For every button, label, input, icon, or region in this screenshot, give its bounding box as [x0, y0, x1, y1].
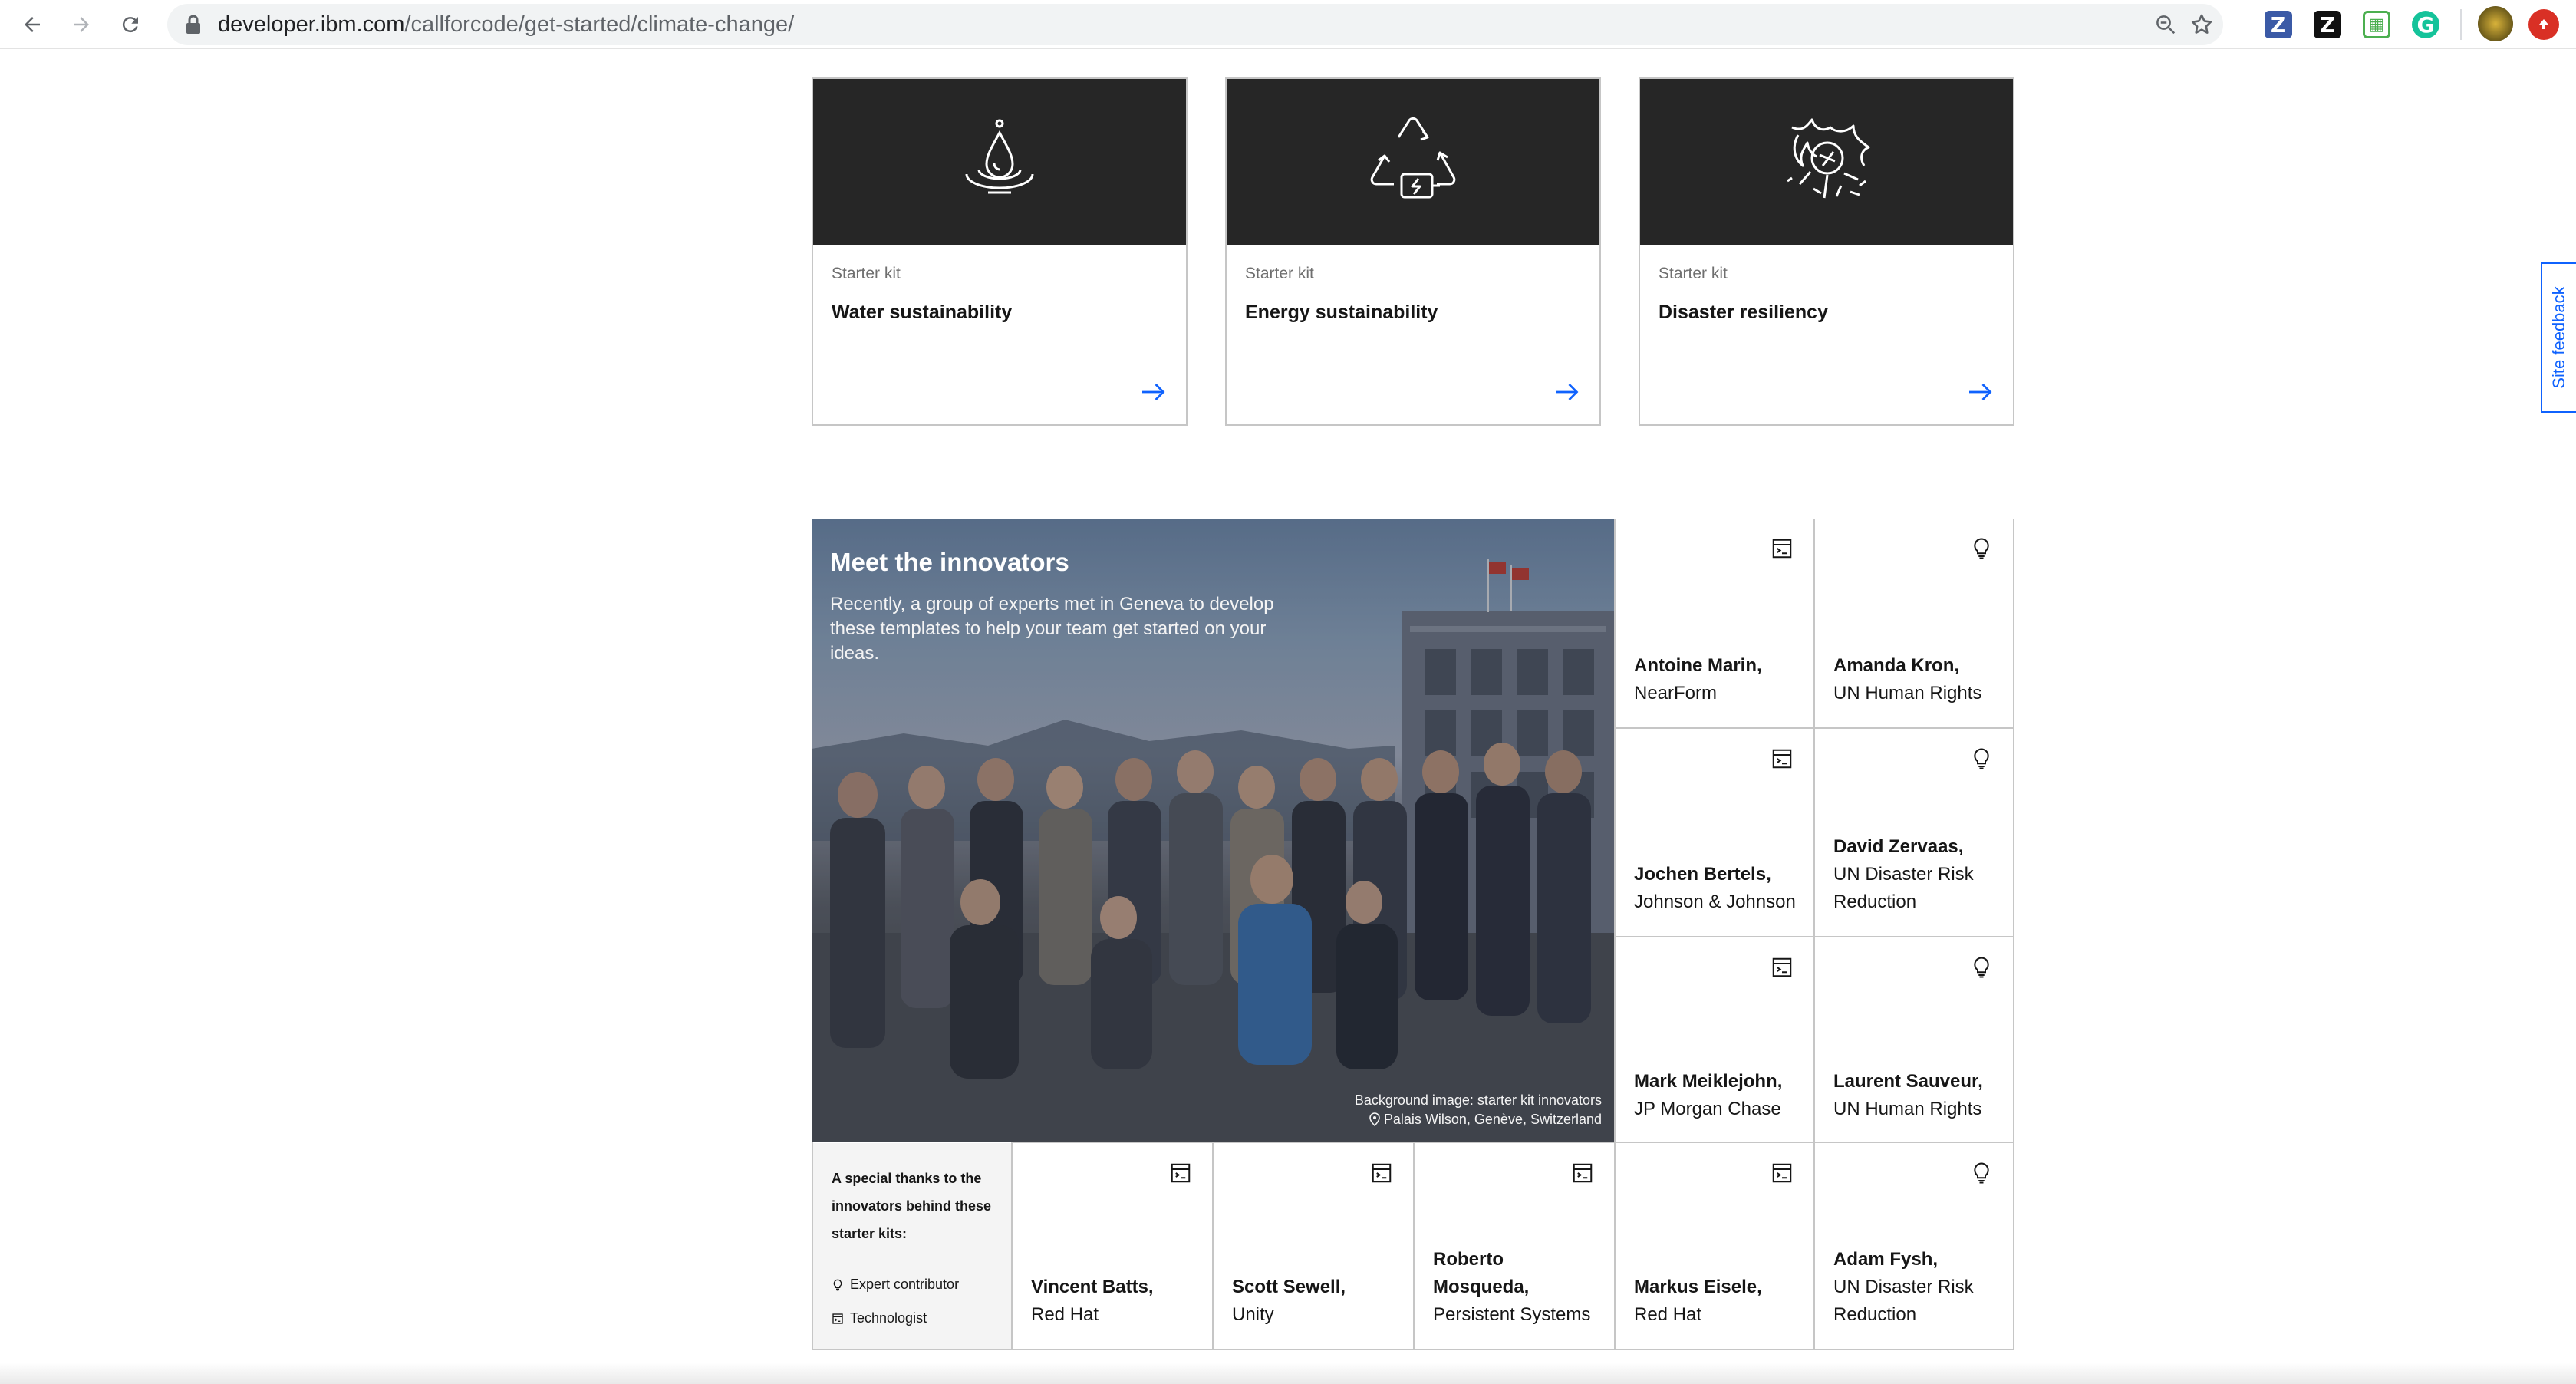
- card-hero: [1640, 79, 2013, 245]
- person-cell: Mark Meiklejohn, JP Morgan Chase: [1614, 936, 1813, 1143]
- person-org: JP Morgan Chase: [1634, 1099, 1781, 1119]
- person-cell: Antoine Marin, NearForm: [1614, 519, 1813, 727]
- person-org: UN Human Rights: [1833, 1099, 1982, 1119]
- person-org: NearForm: [1634, 683, 1718, 704]
- zotero-connector-extension-icon[interactable]: Z: [2314, 11, 2341, 38]
- forward-icon[interactable]: [64, 8, 98, 41]
- person-cell: Roberto Mosqueda, Persistent Systems: [1413, 1142, 1614, 1349]
- person-name: Roberto Mosqueda,: [1433, 1249, 1530, 1297]
- card-eyebrow: Starter kit: [832, 265, 901, 282]
- green-extension-icon[interactable]: ▦: [2363, 11, 2390, 38]
- zotero-extension-icon[interactable]: Z: [2265, 11, 2292, 38]
- thanks-text: A special thanks to the innovators behin…: [832, 1171, 992, 1241]
- address-bar[interactable]: developer.ibm.com/callforcode/get-starte…: [167, 4, 2223, 45]
- person-name: Markus Eisele,: [1634, 1277, 1762, 1297]
- fire-hazard-icon: [1787, 118, 1870, 199]
- person-org: UN Disaster Risk Reduction: [1833, 1277, 1974, 1325]
- card-eyebrow: Starter kit: [1659, 265, 1728, 282]
- reload-icon[interactable]: [114, 8, 147, 41]
- arrow-right-icon[interactable]: [1138, 377, 1169, 407]
- lightbulb-icon: [833, 1279, 842, 1290]
- person-cell: Adam Fysh, UN Disaster Risk Reduction: [1813, 1142, 2013, 1349]
- browser-toolbar: developer.ibm.com/callforcode/get-starte…: [0, 0, 2576, 49]
- legend-technologist-label: Technologist: [850, 1310, 927, 1326]
- person-org: Persistent Systems: [1433, 1304, 1591, 1325]
- person-name: Mark Meiklejohn,: [1634, 1071, 1783, 1092]
- url-path: /callforcode/get-started/climate-change/: [404, 12, 795, 37]
- technologist-icon: [1372, 1163, 1392, 1183]
- credit-line: Background image: starter kit innovators: [1354, 1092, 1602, 1108]
- card-title: Disaster resiliency: [1659, 302, 1828, 323]
- technologist-icon: [1772, 1163, 1792, 1183]
- person-cell: Scott Sewell, Unity: [1212, 1142, 1413, 1349]
- legend-expert: Expert contributor: [832, 1277, 959, 1293]
- starter-kit-card-disaster[interactable]: Starter kit Disaster resiliency: [1639, 77, 2014, 426]
- technologist-icon: [1772, 957, 1792, 977]
- card-title: Energy sustainability: [1245, 302, 1438, 323]
- person-cell: David Zervaas, UN Disaster Risk Reduction: [1813, 727, 2013, 936]
- person-cell: Markus Eisele, Red Hat: [1614, 1142, 1813, 1349]
- arrow-right-icon[interactable]: [1965, 377, 1996, 407]
- person-cell: Amanda Kron, UN Human Rights: [1813, 519, 2013, 727]
- card-title: Water sustainability: [832, 302, 1013, 323]
- card-hero: [813, 79, 1186, 245]
- person-org: Unity: [1232, 1304, 1274, 1325]
- person-org: Johnson & Johnson: [1634, 891, 1796, 912]
- innovators-description: Recently, a group of experts met in Gene…: [830, 594, 1274, 664]
- technologist-icon: [1772, 539, 1792, 559]
- zoom-icon[interactable]: [2150, 9, 2181, 40]
- innovators-photo: Meet the innovators Recently, a group of…: [812, 519, 1614, 1142]
- toolbar-divider: [2460, 9, 2462, 40]
- innovators-heading: Meet the innovators: [830, 548, 1069, 576]
- legend-expert-label: Expert contributor: [850, 1277, 960, 1292]
- person-name: Amanda Kron,: [1833, 655, 1960, 676]
- person-org: Red Hat: [1634, 1304, 1702, 1325]
- technologist-icon: [1573, 1163, 1593, 1183]
- person-cell: Laurent Sauveur, UN Human Rights: [1813, 936, 2013, 1143]
- star-icon[interactable]: [2186, 9, 2217, 40]
- site-feedback-label: Site feedback: [2549, 286, 2568, 389]
- lightbulb-icon: [1974, 957, 1989, 978]
- person-cell: Vincent Batts, Red Hat: [1011, 1142, 1212, 1349]
- bottom-shadow: [0, 1363, 2576, 1384]
- technologist-icon: [1772, 749, 1792, 769]
- url-domain: developer.ibm.com: [218, 12, 405, 37]
- location-pin-icon: [1369, 1112, 1380, 1127]
- technologist-icon: [832, 1313, 843, 1324]
- credit-location-text: Palais Wilson, Genève, Switzerland: [1383, 1112, 1602, 1127]
- person-name: Scott Sewell,: [1232, 1277, 1346, 1297]
- update-icon[interactable]: [2528, 9, 2559, 40]
- starter-kit-card-water[interactable]: Starter kit Water sustainability: [812, 77, 1188, 426]
- technologist-icon: [1171, 1163, 1191, 1183]
- person-name: Jochen Bertels,: [1634, 864, 1771, 885]
- person-name: Adam Fysh,: [1833, 1249, 1939, 1270]
- site-feedback-tab[interactable]: Site feedback: [2541, 262, 2576, 413]
- person-name: Antoine Marin,: [1634, 655, 1762, 676]
- water-drop-icon: [965, 119, 1034, 194]
- person-org: Red Hat: [1031, 1304, 1099, 1325]
- thanks-panel: A special thanks to the innovators behin…: [813, 1143, 1011, 1349]
- card-eyebrow: Starter kit: [1245, 265, 1314, 282]
- recycle-energy-icon: [1370, 117, 1456, 199]
- credit-location: Palais Wilson, Genève, Switzerland: [1355, 1110, 1602, 1129]
- person-name: Laurent Sauveur,: [1833, 1071, 1983, 1092]
- lightbulb-icon: [1974, 748, 1989, 769]
- arrow-right-icon[interactable]: [1552, 377, 1583, 407]
- grammarly-extension-icon[interactable]: G: [2412, 11, 2439, 38]
- profile-avatar[interactable]: [2478, 6, 2513, 41]
- person-cell: Jochen Bertels, Johnson & Johnson: [1614, 727, 1813, 936]
- lightbulb-icon: [1974, 538, 1989, 559]
- back-icon[interactable]: [15, 8, 49, 41]
- legend-technologist: Technologist: [832, 1310, 927, 1326]
- lock-icon[interactable]: [178, 9, 209, 40]
- url-text: developer.ibm.com/callforcode/get-starte…: [218, 4, 794, 45]
- person-org: UN Disaster Risk Reduction: [1833, 864, 1974, 912]
- photo-credit: Background image: starter kit innovators…: [1355, 1091, 1602, 1129]
- starter-kit-card-energy[interactable]: Starter kit Energy sustainability: [1225, 77, 1601, 426]
- person-name: David Zervaas,: [1833, 836, 1964, 857]
- person-name: Vincent Batts,: [1031, 1277, 1154, 1297]
- card-hero: [1227, 79, 1599, 245]
- lightbulb-icon: [1974, 1162, 1989, 1184]
- person-org: UN Human Rights: [1833, 683, 1982, 704]
